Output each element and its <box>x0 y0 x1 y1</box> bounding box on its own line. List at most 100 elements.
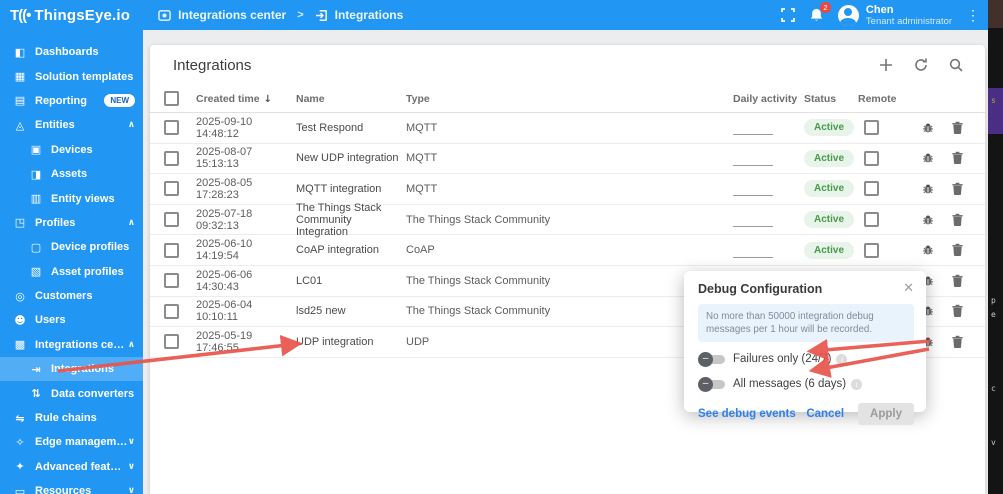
sidebar-item-profiles[interactable]: ◳ Profiles ∧ <box>0 211 143 235</box>
sidebar-item-rule-chains[interactable]: ⇋ Rule chains <box>0 406 143 430</box>
more-options-icon[interactable]: ⋮ <box>966 7 980 24</box>
select-all-checkbox[interactable] <box>164 91 179 106</box>
cell-type: The Things Stack Community <box>406 213 551 226</box>
delete-trash-icon[interactable] <box>951 335 964 349</box>
sidebar-item-assets[interactable]: ◨ Assets <box>0 162 143 186</box>
row-checkbox[interactable] <box>164 181 179 197</box>
close-icon[interactable]: ✕ <box>903 281 914 296</box>
app-logo[interactable]: T((• ThingsEye.io <box>0 7 144 24</box>
delete-trash-icon[interactable] <box>951 121 964 135</box>
debug-bug-icon[interactable] <box>921 121 935 135</box>
cell-type: CoAP <box>406 244 435 257</box>
sidebar-nav: ◧ Dashboards ▦ Solution templates ▤ Repo… <box>0 30 143 494</box>
debug-bug-icon[interactable] <box>921 151 935 165</box>
delete-trash-icon[interactable] <box>951 274 964 288</box>
daily-activity-sparkline <box>733 164 773 166</box>
edge-management-icon: ✧ <box>15 435 25 449</box>
notifications-bell-icon[interactable]: 2 <box>809 2 831 23</box>
apply-button[interactable]: Apply <box>858 403 914 425</box>
remote-checkbox[interactable] <box>864 120 879 136</box>
background-text-fragment: v <box>991 438 996 447</box>
cell-name: CoAP integration <box>296 244 379 257</box>
row-checkbox[interactable] <box>164 242 179 258</box>
sidebar-item-dashboards[interactable]: ◧ Dashboards <box>0 40 143 64</box>
all-messages-label: All messages (6 days) <box>733 378 847 390</box>
sidebar-item-asset-profiles[interactable]: ▧ Asset profiles <box>0 260 143 284</box>
integrations-center-icon: ▩ <box>14 338 26 352</box>
column-type[interactable]: Type <box>406 93 588 105</box>
remote-checkbox[interactable] <box>864 242 879 258</box>
rule-chains-icon: ⇋ <box>15 411 25 425</box>
remote-checkbox[interactable] <box>864 212 879 228</box>
sidebar-item-reporting[interactable]: ▤ Reporting NEW <box>0 89 143 113</box>
table-header-row: Created time ↓ Name Type Daily activity S… <box>150 85 985 113</box>
row-checkbox[interactable] <box>164 303 179 319</box>
table-row[interactable]: 2025-07-18 09:32:13 The Things Stack Com… <box>150 202 985 238</box>
cell-name: Test Respond <box>296 121 364 134</box>
row-checkbox[interactable] <box>164 150 179 166</box>
see-debug-events-link[interactable]: See debug events <box>698 408 796 420</box>
sidebar-item-device-profiles[interactable]: ▢ Device profiles <box>0 235 143 259</box>
sidebar-item-data-converters[interactable]: ⇅ Data converters <box>0 381 143 405</box>
row-checkbox[interactable] <box>164 212 179 228</box>
sidebar-item-users[interactable]: ☻ Users <box>0 308 143 332</box>
cell-name: New UDP integration <box>296 152 399 165</box>
daily-activity-sparkline <box>733 195 773 197</box>
column-status: Status <box>804 92 837 105</box>
all-messages-toggle[interactable]: – <box>698 376 725 392</box>
debug-bug-icon[interactable] <box>921 243 935 257</box>
delete-trash-icon[interactable] <box>951 182 964 196</box>
delete-trash-icon[interactable] <box>951 151 964 165</box>
sidebar-item-integrations[interactable]: ⇥ Integrations <box>0 357 143 382</box>
delete-trash-icon[interactable] <box>951 304 964 318</box>
row-checkbox[interactable] <box>164 334 179 350</box>
delete-trash-icon[interactable] <box>951 243 964 257</box>
new-badge: NEW <box>104 94 135 108</box>
background-window-header <box>988 0 1003 28</box>
failures-only-toggle-row: – Failures only (24/7) i <box>698 351 914 367</box>
cancel-button[interactable]: Cancel <box>806 408 844 420</box>
remote-checkbox[interactable] <box>864 150 879 166</box>
cell-name: UDP integration <box>296 335 374 348</box>
table-row[interactable]: 2025-08-07 15:13:13 New UDP integration … <box>150 144 985 175</box>
row-checkbox[interactable] <box>164 273 179 289</box>
cell-created-time: 2025-08-05 17:28:23 <box>196 176 253 201</box>
user-menu[interactable]: Chen Tenant administrator <box>837 4 952 27</box>
sidebar-item-integrations-center[interactable]: ▩ Integrations center ∧ <box>0 333 143 357</box>
delete-trash-icon[interactable] <box>951 213 964 227</box>
cell-type: UDP <box>406 335 430 348</box>
sidebar-item-solution-templates[interactable]: ▦ Solution templates <box>0 64 143 88</box>
info-icon[interactable]: i <box>836 353 848 365</box>
sidebar-item-entities[interactable]: ◬ Entities ∧ <box>0 113 143 137</box>
failures-only-toggle[interactable]: – <box>698 351 725 367</box>
sidebar-item-customers[interactable]: ◎ Customers <box>0 284 143 308</box>
data-converters-icon: ⇅ <box>31 387 41 401</box>
row-checkbox[interactable] <box>164 120 179 136</box>
sidebar-item-devices[interactable]: ▣ Devices <box>0 138 143 162</box>
table-row[interactable]: 2025-09-10 14:48:12 Test Respond MQTT Ac… <box>150 113 985 144</box>
column-created-time[interactable]: Created time ↓ <box>196 93 296 105</box>
status-badge: Active <box>804 119 855 137</box>
column-name[interactable]: Name <box>296 93 406 105</box>
add-integration-button[interactable] <box>875 54 897 76</box>
background-text-fragment: s <box>991 96 996 105</box>
daily-activity-sparkline <box>733 256 773 258</box>
search-button[interactable] <box>945 54 967 76</box>
sidebar-item-edge-management[interactable]: ✧ Edge management ∨ <box>0 430 143 454</box>
sidebar-item-advanced-features[interactable]: ✦ Advanced features ∨ <box>0 455 143 479</box>
background-text-fragment: e <box>991 310 996 319</box>
fullscreen-icon[interactable] <box>781 8 795 22</box>
info-icon[interactable]: i <box>851 378 863 390</box>
cell-created-time: 2025-05-19 17:46:55 <box>196 329 253 354</box>
integration-icon <box>315 9 327 21</box>
table-row[interactable]: 2025-06-10 14:19:54 CoAP integration CoA… <box>150 235 985 266</box>
remote-checkbox[interactable] <box>864 181 879 197</box>
debug-bug-icon[interactable] <box>921 182 935 196</box>
debug-bug-icon[interactable] <box>921 213 935 227</box>
table-row[interactable]: 2025-08-05 17:28:23 MQTT integration MQT… <box>150 174 985 205</box>
sidebar-item-entity-views[interactable]: ▥ Entity views <box>0 186 143 210</box>
refresh-button[interactable] <box>910 54 932 76</box>
logo-text: ThingsEye.io <box>34 6 131 24</box>
sidebar-item-resources[interactable]: ▭ Resources ∨ <box>0 479 143 494</box>
breadcrumb-parent[interactable]: Integrations center <box>178 8 286 22</box>
